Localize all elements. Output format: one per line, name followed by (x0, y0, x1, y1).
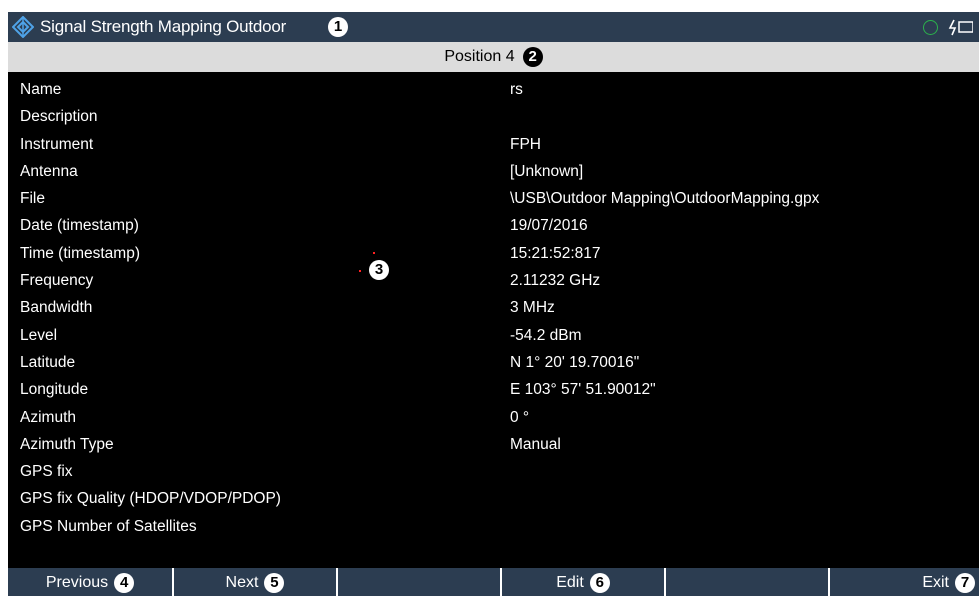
detail-row-antenna: Antenna [Unknown] (8, 158, 979, 185)
detail-label: Azimuth (20, 408, 76, 426)
power-battery-icon (948, 19, 973, 36)
marker-dot (373, 252, 375, 254)
position-label: Position 4 (444, 48, 515, 65)
detail-label: Date (timestamp) (20, 217, 139, 235)
marker-dot (359, 270, 361, 272)
detail-label: File (20, 190, 45, 208)
detail-label: Time (timestamp) (20, 244, 140, 262)
detail-label: Azimuth Type (20, 435, 114, 453)
detail-label: Level (20, 326, 58, 344)
detail-row-latitude: Latitude N 1° 20' 19.70016" (8, 349, 979, 376)
detail-row-longitude: Longitude E 103° 57' 51.90012" (8, 376, 979, 403)
detail-label: GPS fix (20, 463, 73, 481)
detail-value: N 1° 20' 19.70016" (510, 353, 640, 371)
softkey-blank-1[interactable] (338, 568, 500, 596)
detail-row-time: Time (timestamp) 15:21:52:817 (8, 240, 979, 267)
detail-value: rs (510, 81, 523, 98)
detail-label: Name (20, 81, 62, 98)
callout-marker: 1 (328, 17, 348, 37)
rohde-schwarz-logo-icon (12, 16, 34, 38)
detail-label: Bandwidth (20, 299, 93, 317)
detail-value: 2.11232 GHz (510, 272, 601, 290)
app-title: Signal Strength Mapping Outdoor (40, 17, 287, 36)
previous-button-label: Previous (45, 574, 109, 591)
next-button-label: Next (225, 574, 259, 591)
detail-row-gps-fix-quality: GPS fix Quality (HDOP/VDOP/PDOP) (8, 485, 979, 512)
softkey-bar: Previous 4 Next 5 Edit 6 Exit 7 (8, 568, 979, 596)
detail-row-gps-fix: GPS fix (8, 458, 979, 485)
gps-status-circle-icon (923, 20, 938, 35)
detail-value: 15:21:52:817 (510, 244, 601, 262)
status-icons (915, 18, 975, 38)
instrument-screen: Signal Strength Mapping Outdoor 1 Positi… (8, 12, 979, 596)
callout-marker: 4 (114, 573, 135, 593)
detail-label: Description (20, 108, 98, 126)
edit-button[interactable]: Edit 6 (502, 568, 664, 596)
detail-value: -54.2 dBm (510, 326, 582, 344)
detail-label: Latitude (20, 353, 76, 371)
detail-value: Manual (510, 435, 561, 453)
previous-button[interactable]: Previous 4 (8, 568, 172, 596)
detail-row-instrument: Instrument FPH (8, 131, 979, 158)
detail-value: E 103° 57' 51.90012" (510, 381, 656, 399)
detail-row-file: File \USB\Outdoor Mapping\OutdoorMapping… (8, 185, 979, 212)
detail-label: GPS fix Quality (HDOP/VDOP/PDOP) (20, 490, 281, 508)
table-callout: 3 (359, 252, 399, 288)
detail-label: GPS Number of Satellites (20, 517, 197, 535)
detail-row-description: Description (8, 103, 979, 130)
detail-row-azimuth: Azimuth 0 ° (8, 404, 979, 431)
callout-marker: 3 (369, 260, 389, 280)
detail-value: \USB\Outdoor Mapping\OutdoorMapping.gpx (510, 190, 820, 208)
detail-row-name: Name rs (8, 76, 979, 103)
detail-row-gps-satellites: GPS Number of Satellites (8, 513, 979, 540)
callout-marker: 7 (955, 573, 975, 593)
detail-row-azimuth-type: Azimuth Type Manual (8, 431, 979, 458)
callout-marker: 5 (264, 573, 285, 593)
detail-value: 19/07/2016 (510, 217, 588, 235)
detail-row-date: Date (timestamp) 19/07/2016 (8, 212, 979, 239)
title-bar: Signal Strength Mapping Outdoor 1 (8, 12, 979, 42)
detail-row-bandwidth: Bandwidth 3 MHz (8, 294, 979, 321)
callout-marker: 2 (522, 47, 543, 67)
edit-button-label: Edit (556, 574, 584, 591)
softkey-blank-2[interactable] (666, 568, 828, 596)
detail-row-frequency: Frequency 2.11232 GHz (8, 267, 979, 294)
detail-value: 0 ° (510, 408, 530, 426)
exit-button-label: Exit (922, 574, 949, 591)
detail-value: 3 MHz (510, 299, 555, 317)
detail-row-level: Level -54.2 dBm (8, 322, 979, 349)
detail-label: Frequency (20, 272, 94, 290)
position-header: Position 4 2 (8, 42, 979, 72)
detail-label: Longitude (20, 381, 89, 399)
exit-button[interactable]: Exit 7 (830, 568, 979, 596)
callout-marker: 6 (589, 573, 610, 593)
next-button[interactable]: Next 5 (174, 568, 336, 596)
detail-value: FPH (510, 135, 541, 153)
position-details-table: Name rs Description Instrument FPH Anten… (8, 76, 979, 540)
detail-label: Antenna (20, 162, 78, 180)
detail-label: Instrument (20, 135, 94, 153)
detail-value: [Unknown] (510, 162, 584, 180)
